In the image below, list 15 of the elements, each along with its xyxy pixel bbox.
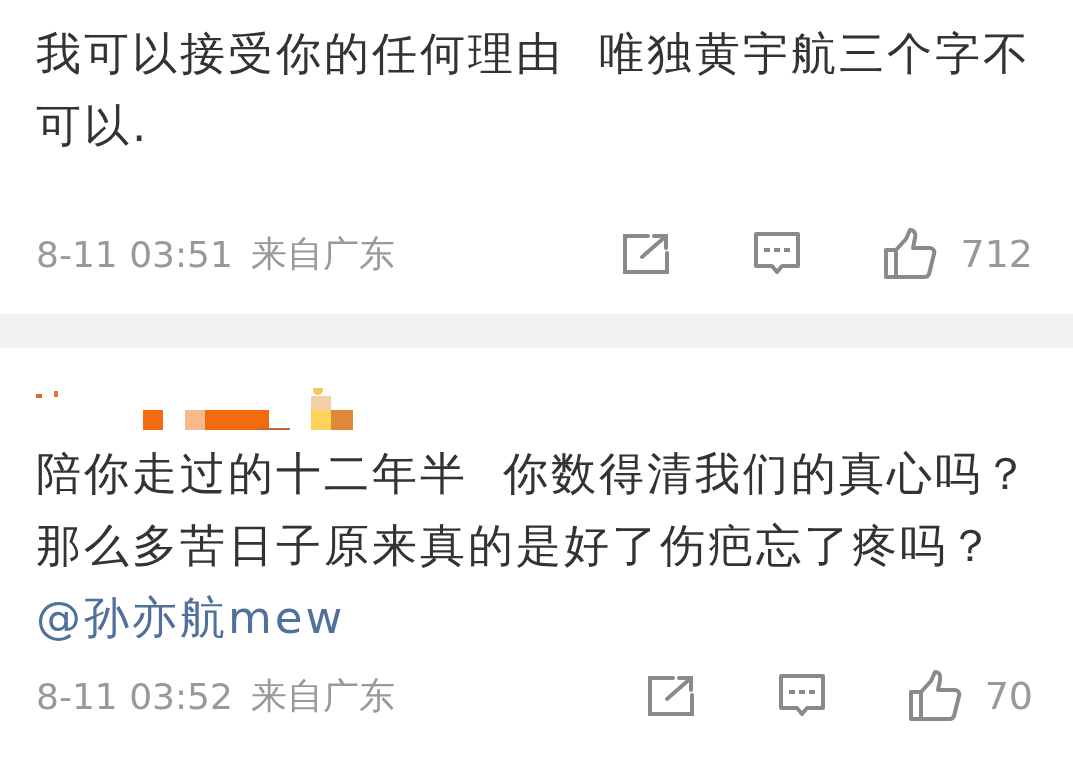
comment-icon[interactable]: [776, 673, 827, 719]
comment-text: 我可以接受你的任何理由 唯独黄宇航三个字不可以.: [36, 26, 1032, 154]
comment-time: 8-11 03:51: [36, 233, 233, 275]
like-count: 70: [984, 674, 1033, 718]
mention-link[interactable]: @孙亦航mew: [36, 591, 346, 644]
comment-location: 来自广东: [250, 673, 395, 718]
thumbs-up-icon[interactable]: [882, 228, 939, 280]
share-icon[interactable]: [646, 675, 695, 717]
comment-icon[interactable]: [752, 231, 803, 277]
comment-text: 陪你走过的十二年半 你数得清我们的真心吗？那么多苦日子原来真的是好了伤疤忘了疼吗？ @孙亦航mew: [36, 446, 1032, 646]
share-icon[interactable]: [622, 233, 671, 275]
like-count: 712: [960, 232, 1033, 276]
comment-time: 8-11 03:52: [36, 675, 233, 717]
thumbs-up-icon[interactable]: [906, 670, 963, 722]
comment-location: 来自广东: [250, 231, 395, 276]
